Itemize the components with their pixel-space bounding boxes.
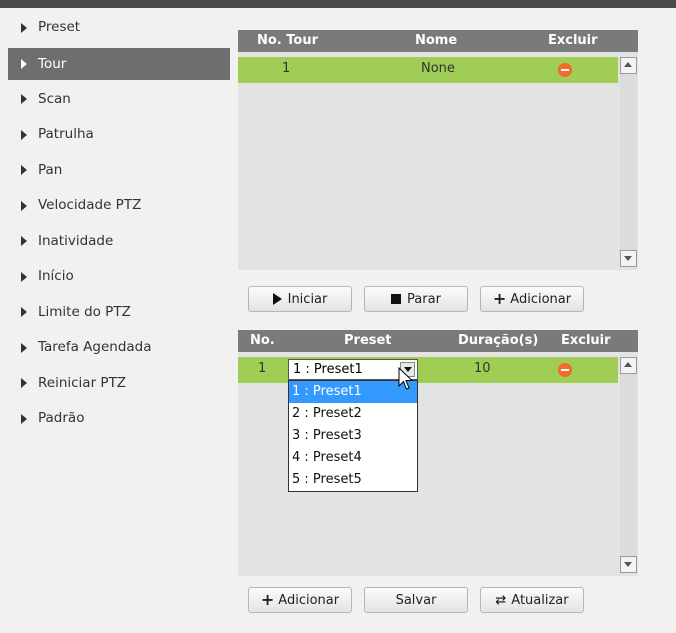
- refresh-icon: ⇄: [495, 592, 507, 608]
- row-number: 1: [258, 361, 267, 376]
- sidebar-item-label: Pan: [38, 161, 63, 178]
- delete-icon[interactable]: [558, 63, 572, 77]
- dropdown-option[interactable]: 4 : Preset4: [289, 447, 417, 469]
- sidebar-item-tarefa-agendada[interactable]: Tarefa Agendada: [8, 330, 230, 366]
- sidebar-item-label: Patrulha: [38, 126, 94, 142]
- scroll-down-icon[interactable]: [620, 250, 637, 267]
- tour-number: 1: [282, 61, 291, 76]
- arrow-right-icon: [21, 165, 27, 176]
- tour-name: None: [421, 61, 455, 76]
- arrow-right-icon: [21, 94, 27, 105]
- duration-value: 10: [474, 361, 491, 376]
- column-header-duration: Duração(s): [458, 333, 539, 348]
- arrow-right-icon: [21, 378, 27, 389]
- sidebar-item-scan[interactable]: Scan: [8, 82, 230, 118]
- top-bar: [0, 0, 676, 8]
- sidebar-item-label: Tour: [38, 55, 67, 72]
- preset-table-header: No. Preset Duração(s) Excluir: [238, 330, 638, 352]
- column-header-preset: Preset: [344, 333, 392, 348]
- sidebar-item-label: Scan: [38, 90, 71, 107]
- sidebar-item-label: Padrão: [38, 410, 85, 426]
- stop-icon: [391, 294, 402, 304]
- preset-scrollbar[interactable]: [620, 357, 637, 573]
- arrow-right-icon: [21, 200, 27, 211]
- add-preset-button[interactable]: + Adicionar: [248, 587, 352, 613]
- column-header-delete: Excluir: [561, 333, 611, 348]
- arrow-right-icon: [21, 342, 27, 353]
- dropdown-option[interactable]: 5 : Preset5: [289, 469, 417, 491]
- refresh-button[interactable]: ⇄ Atualizar: [480, 587, 584, 613]
- sidebar-item-patrulha[interactable]: Patrulha: [8, 117, 230, 153]
- sidebar-item-label: Tarefa Agendada: [38, 339, 152, 355]
- sidebar-item-reiniciar-ptz[interactable]: Reiniciar PTZ: [8, 366, 230, 402]
- column-header-name: Nome: [415, 33, 458, 48]
- tour-table-header: No. Tour Nome Excluir: [238, 30, 638, 52]
- column-header-no-tour: No. Tour: [257, 33, 319, 48]
- tour-table: No. Tour Nome Excluir 1 None: [238, 30, 638, 270]
- sidebar: Preset Tour Scan Patrulha Pan Velocidade…: [8, 10, 230, 437]
- tour-scrollbar[interactable]: [620, 57, 637, 267]
- arrow-right-icon: [21, 58, 27, 69]
- sidebar-item-tour[interactable]: Tour: [8, 47, 230, 80]
- sidebar-item-label: Limite do PTZ: [38, 303, 131, 320]
- arrow-right-icon: [21, 307, 27, 318]
- sidebar-item-inatividade[interactable]: Inatividade: [8, 224, 230, 260]
- mouse-cursor-icon: [398, 367, 414, 390]
- arrow-right-icon: [21, 271, 27, 282]
- scroll-down-icon[interactable]: [620, 556, 637, 573]
- plus-icon: +: [260, 590, 275, 609]
- scroll-up-icon[interactable]: [620, 57, 637, 74]
- sidebar-item-limite-ptz[interactable]: Limite do PTZ: [8, 295, 230, 331]
- sidebar-item-label: Início: [38, 268, 74, 284]
- scroll-up-icon[interactable]: [620, 357, 637, 374]
- play-icon: [272, 293, 282, 305]
- arrow-right-icon: [21, 22, 27, 33]
- arrow-right-icon: [21, 129, 27, 140]
- delete-icon[interactable]: [558, 363, 572, 377]
- plus-icon: +: [492, 289, 507, 308]
- arrow-right-icon: [21, 413, 27, 424]
- sidebar-item-preset[interactable]: Preset: [8, 10, 230, 46]
- arrow-right-icon: [21, 236, 27, 247]
- sidebar-item-velocidade-ptz[interactable]: Velocidade PTZ: [8, 188, 230, 224]
- start-button[interactable]: Iniciar: [248, 286, 352, 312]
- sidebar-item-padrao[interactable]: Padrão: [8, 401, 230, 437]
- sidebar-item-label: Reiniciar PTZ: [38, 374, 127, 391]
- table-row[interactable]: 1 None: [238, 57, 618, 83]
- dropdown-option[interactable]: 2 : Preset2: [289, 403, 417, 425]
- preset-select-value: 1 : Preset1: [293, 362, 363, 377]
- column-header-no: No.: [250, 333, 275, 348]
- stop-button[interactable]: Parar: [364, 286, 468, 312]
- save-button[interactable]: Salvar: [364, 587, 468, 613]
- column-header-delete: Excluir: [548, 33, 598, 48]
- sidebar-item-label: Velocidade PTZ: [38, 197, 142, 213]
- dropdown-option[interactable]: 3 : Preset3: [289, 425, 417, 447]
- sidebar-item-label: Inatividade: [38, 232, 114, 249]
- add-tour-button[interactable]: + Adicionar: [480, 286, 584, 312]
- preset-dropdown-list: 1 : Preset1 2 : Preset2 3 : Preset3 4 : …: [288, 380, 418, 492]
- sidebar-item-pan[interactable]: Pan: [8, 153, 230, 189]
- sidebar-item-label: Preset: [38, 19, 81, 35]
- sidebar-item-inicio[interactable]: Início: [8, 259, 230, 295]
